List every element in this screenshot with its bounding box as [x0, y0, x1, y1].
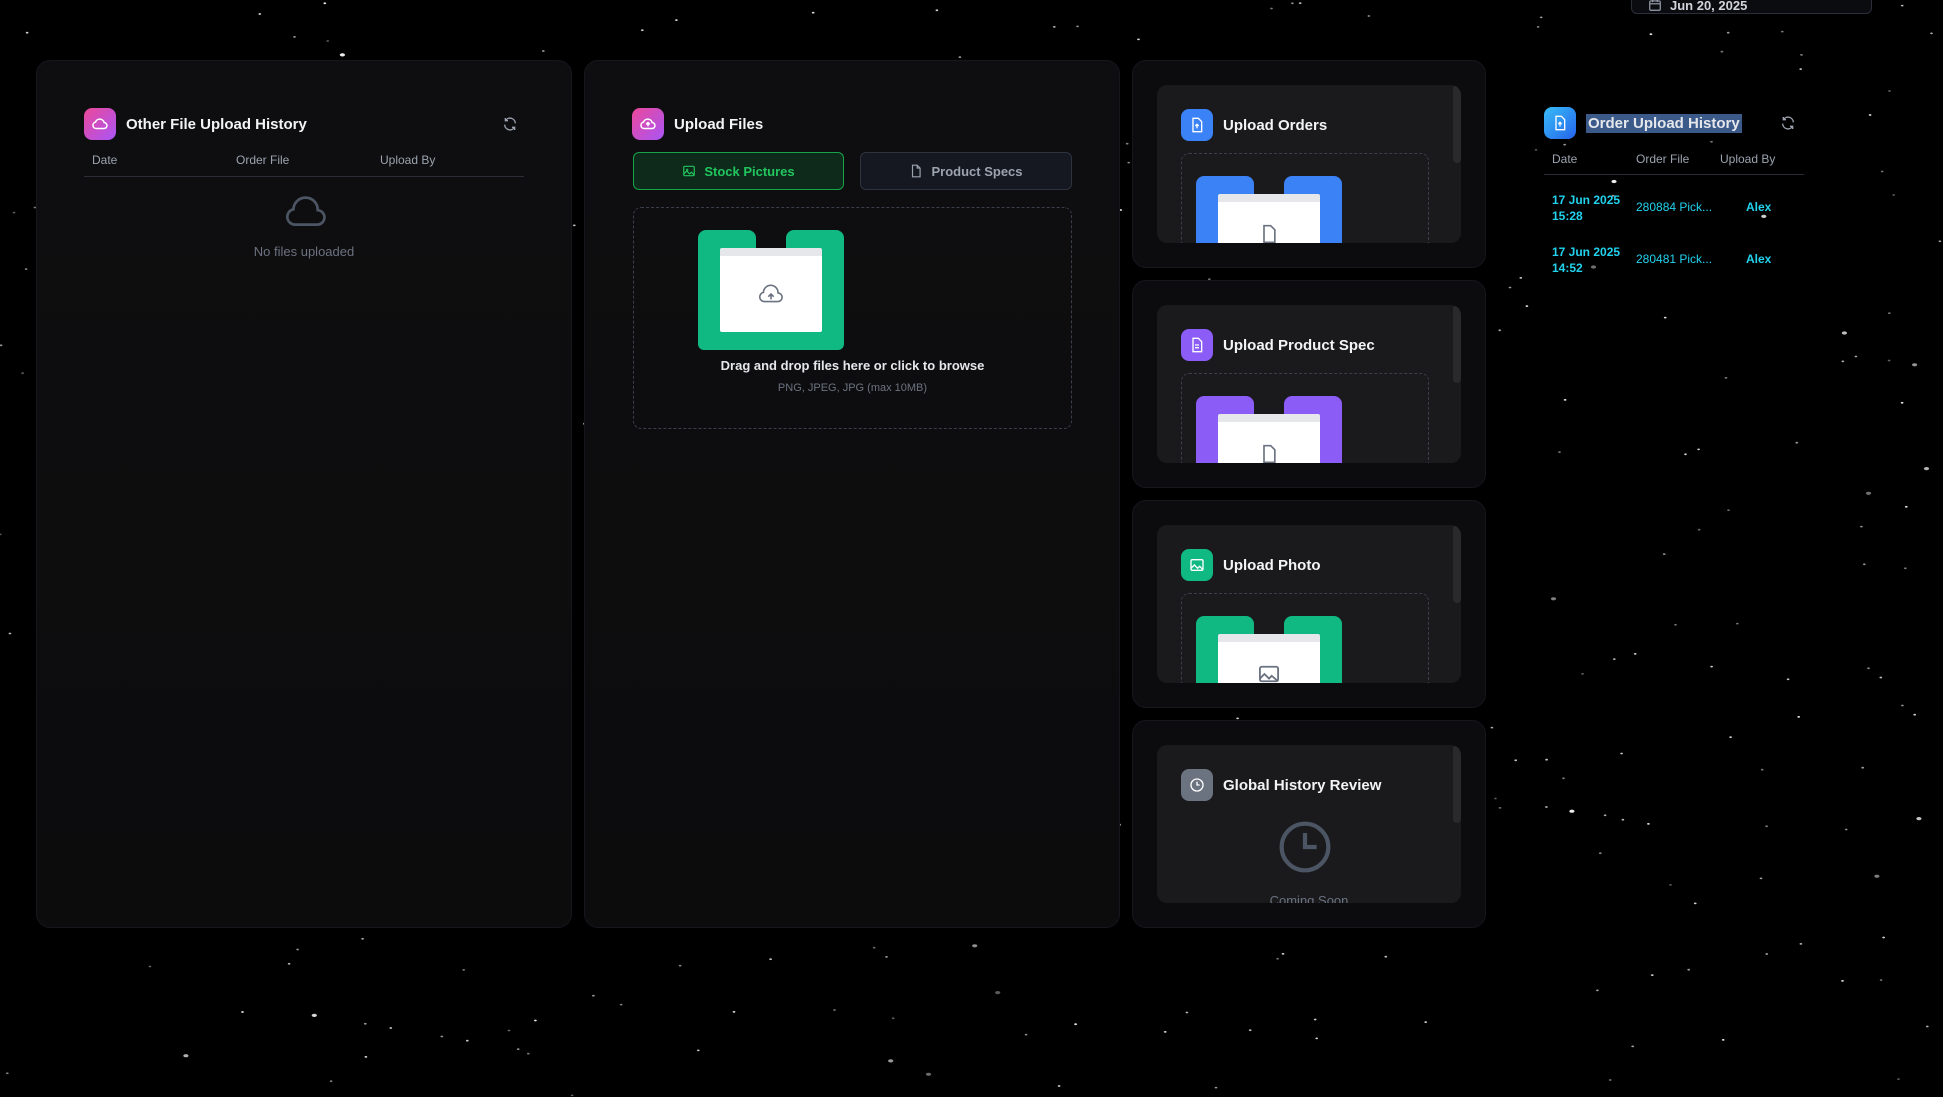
card-header: Upload Product Spec: [1181, 329, 1375, 361]
row-date-time: 15:28: [1552, 209, 1583, 223]
card-header: Upload Photo: [1181, 549, 1321, 581]
tab-product-specs[interactable]: Product Specs: [860, 152, 1072, 190]
card-title: Upload Orders: [1223, 116, 1328, 134]
panel-title: Upload Files: [674, 115, 764, 133]
empty-message: No files uploaded: [253, 244, 355, 259]
table-row[interactable]: 17 Jun 2025 15:28 280884 Pick... Alex: [1552, 192, 1771, 224]
global-history-content: Global History Review Coming Soon: [1157, 745, 1461, 903]
dropzone-title: Drag and drop files here or click to bro…: [720, 358, 985, 373]
refresh-icon[interactable]: [502, 116, 518, 132]
order-upload-history-panel: [1498, 60, 1878, 928]
dropzone-subtitle: PNG, JPEG, JPG (max 10MB): [777, 382, 928, 394]
file-dropzone[interactable]: Drag and drop files here or click to bro…: [633, 207, 1072, 429]
folder-icon: [698, 230, 844, 350]
card-header: Global History Review: [1181, 769, 1381, 801]
row-date: 17 Jun 2025 15:28: [1552, 192, 1636, 224]
row-uploader: Alex: [1746, 200, 1772, 214]
upload-files-panel: [584, 60, 1120, 928]
row-date: 17 Jun 2025 14:52: [1552, 244, 1636, 276]
date-picker[interactable]: Jun 20, 2025: [1631, 0, 1872, 14]
image-icon: [1181, 549, 1213, 581]
upload-product-spec-card: Upload Product Spec: [1132, 280, 1486, 488]
folder-icon: [1196, 176, 1342, 243]
scrollbar[interactable]: [1453, 745, 1461, 823]
upload-orders-card: Upload Orders: [1132, 60, 1486, 268]
image-icon: [1259, 665, 1279, 683]
card-header: Upload Orders: [1181, 109, 1327, 141]
clock-icon: [1181, 769, 1213, 801]
date-label: Jun 20, 2025: [1670, 0, 1748, 13]
col-order-file: Order File: [236, 153, 290, 167]
tab-label: Product Specs: [931, 163, 1023, 179]
col-upload-by: Upload By: [1720, 152, 1776, 166]
panel-title: Order Upload History: [1586, 113, 1742, 133]
tab-stock-pictures[interactable]: Stock Pictures: [633, 152, 844, 190]
coming-soon-label: Coming Soon: [1269, 893, 1349, 903]
col-date: Date: [92, 153, 118, 167]
upload-orders-content[interactable]: Upload Orders: [1157, 85, 1461, 243]
table-header: Date Order File Upload By: [92, 153, 435, 167]
calendar-icon: [1649, 0, 1661, 11]
file-icon: [912, 164, 922, 178]
upload-cloud-icon: [758, 284, 783, 303]
upload-product-spec-content[interactable]: Upload Product Spec: [1157, 305, 1461, 463]
panel-title: Other File Upload History: [126, 115, 307, 133]
tab-label: Stock Pictures: [704, 163, 795, 179]
product-spec-dropzone[interactable]: [1181, 373, 1429, 463]
empty-cloud-icon: [286, 196, 326, 226]
file-icon: [1263, 224, 1276, 243]
divider: [84, 176, 524, 177]
global-history-card: Global History Review Coming Soon: [1132, 720, 1486, 928]
scrollbar[interactable]: [1453, 525, 1461, 603]
upload-files-header: Upload Files: [632, 108, 763, 140]
col-date: Date: [1552, 152, 1578, 166]
row-date-day: 17 Jun 2025: [1552, 245, 1621, 259]
row-file-link[interactable]: 280481 Pick...: [1636, 244, 1746, 276]
order-table-header: Date Order File Upload By: [1552, 152, 1775, 166]
upload-photo-content[interactable]: Upload Photo: [1157, 525, 1461, 683]
other-file-history-panel: [36, 60, 572, 928]
document-icon: [1181, 329, 1213, 361]
folder-icon: [1196, 616, 1342, 683]
upload-photo-card: Upload Photo: [1132, 500, 1486, 708]
folder-icon: [1196, 396, 1342, 463]
orders-dropzone[interactable]: [1181, 153, 1429, 243]
large-clock-icon: [1279, 821, 1331, 873]
row-file-link[interactable]: 280884 Pick...: [1636, 192, 1746, 224]
refresh-icon[interactable]: [1780, 115, 1796, 131]
file-icon: [1263, 444, 1276, 463]
divider: [1544, 174, 1804, 175]
col-upload-by: Upload By: [380, 153, 436, 167]
row-date-day: 17 Jun 2025: [1552, 193, 1621, 207]
photo-dropzone[interactable]: [1181, 593, 1429, 683]
file-upload-icon: [1181, 109, 1213, 141]
table-row[interactable]: 17 Jun 2025 14:52 280481 Pick... Alex: [1552, 244, 1771, 276]
other-file-history-header: Other File Upload History: [84, 108, 307, 140]
order-history-header: Order Upload History: [1544, 107, 1742, 139]
image-icon: [683, 165, 696, 177]
scrollbar[interactable]: [1453, 85, 1461, 163]
row-date-time: 14:52: [1552, 261, 1583, 275]
col-order-file: Order File: [1636, 152, 1690, 166]
cloud-upload-icon: [632, 108, 664, 140]
cloud-icon: [84, 108, 116, 140]
file-upload-icon: [1544, 107, 1576, 139]
card-title: Global History Review: [1223, 776, 1382, 794]
card-title: Upload Product Spec: [1223, 336, 1375, 354]
scrollbar[interactable]: [1453, 305, 1461, 383]
row-uploader: Alex: [1746, 252, 1772, 266]
card-title: Upload Photo: [1223, 556, 1321, 574]
